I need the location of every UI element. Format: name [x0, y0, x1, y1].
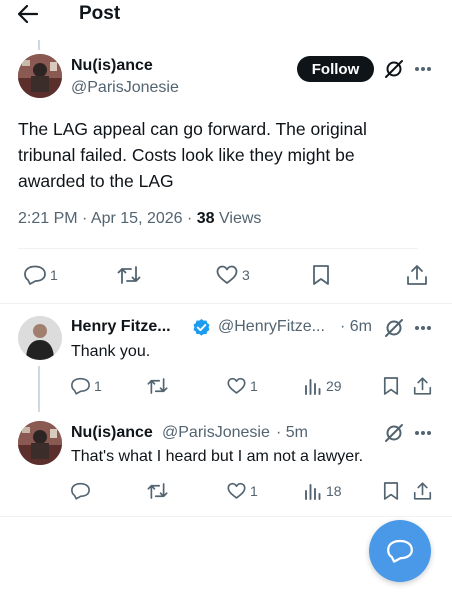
share-icon	[413, 377, 432, 395]
post-timestamp: 2:21 PM · Apr 15, 2026 ·	[18, 210, 197, 227]
more-options-button[interactable]	[414, 66, 432, 72]
page-title: Post	[79, 3, 121, 24]
share-button[interactable]	[406, 264, 428, 286]
bookmark-icon	[313, 265, 329, 285]
verified-badge	[192, 318, 211, 337]
views-button[interactable]: 29	[304, 377, 342, 395]
author-handle[interactable]: @HenryFitze...	[218, 318, 325, 336]
divider	[0, 303, 452, 304]
reply-count: 1	[94, 378, 102, 394]
reply-timestamp: · 5m	[276, 424, 308, 441]
divider	[18, 248, 418, 249]
repost-button[interactable]	[147, 482, 168, 500]
repost-icon	[117, 266, 141, 284]
more-horizontal-icon	[415, 431, 431, 435]
repost-icon	[147, 483, 168, 499]
post-text: The LAG appeal can go forward. The origi…	[18, 119, 367, 191]
post-meta: 2:21 PM · Apr 15, 2026 · 38 Views	[18, 210, 261, 228]
author-handle[interactable]: @ParisJonesie	[71, 79, 179, 97]
bookmark-button[interactable]	[383, 376, 399, 396]
more-options-button[interactable]	[414, 325, 432, 331]
share-button[interactable]	[413, 481, 432, 501]
comment-icon	[24, 265, 46, 285]
more-options-button[interactable]	[414, 430, 432, 436]
grok-button[interactable]	[384, 318, 404, 338]
grok-button[interactable]	[384, 423, 404, 443]
top-bar: Post	[0, 0, 452, 32]
heart-icon	[227, 377, 246, 394]
comment-icon	[71, 377, 90, 395]
bookmark-icon	[383, 482, 399, 500]
grok-icon	[385, 424, 403, 442]
thread-line	[38, 40, 40, 50]
like-count: 1	[250, 378, 258, 394]
follow-button[interactable]: Follow	[297, 56, 374, 82]
author-name[interactable]: Nu(is)ance	[71, 57, 153, 75]
views-label: Views	[214, 210, 262, 227]
grok-button[interactable]	[384, 59, 404, 79]
reply-text: That's what I heard but I am not a lawye…	[71, 448, 364, 465]
share-button[interactable]	[413, 376, 432, 396]
like-button[interactable]: 1	[227, 482, 258, 500]
views-button[interactable]: 18	[304, 482, 342, 500]
repost-icon	[147, 378, 168, 394]
avatar[interactable]	[18, 316, 62, 360]
share-icon	[413, 482, 432, 500]
compose-reply-button[interactable]	[369, 520, 431, 582]
verified-badge-icon	[193, 318, 210, 336]
analytics-icon	[305, 379, 321, 395]
repost-button[interactable]	[147, 377, 168, 395]
bookmark-button[interactable]	[383, 481, 399, 501]
arrow-left-icon	[18, 5, 38, 23]
grok-icon	[385, 60, 403, 78]
grok-icon	[385, 319, 403, 337]
author-name[interactable]: Nu(is)ance	[71, 424, 153, 442]
reply-button[interactable]: 1	[24, 265, 58, 285]
reply-timestamp: · 6m	[340, 318, 372, 335]
author-name[interactable]: Henry Fitze...	[71, 318, 171, 336]
reply-bubble-icon	[387, 539, 413, 563]
heart-icon	[227, 482, 246, 499]
more-horizontal-icon	[415, 67, 431, 71]
heart-icon	[216, 265, 238, 284]
like-count: 1	[250, 483, 258, 499]
reply-button[interactable]: 1	[71, 377, 102, 395]
author-handle[interactable]: @ParisJonesie	[162, 424, 270, 442]
reply-text: Thank you.	[71, 343, 151, 360]
reply-count: 1	[50, 267, 58, 283]
like-button[interactable]: 3	[216, 265, 250, 285]
reply-button[interactable]	[71, 482, 90, 500]
comment-icon	[71, 482, 90, 500]
more-horizontal-icon	[415, 326, 431, 330]
back-button[interactable]	[14, 2, 42, 26]
share-icon	[407, 265, 427, 285]
like-button[interactable]: 1	[227, 377, 258, 395]
repost-button[interactable]	[117, 265, 141, 285]
avatar[interactable]	[18, 421, 62, 465]
thread-line	[38, 366, 40, 412]
analytics-icon	[305, 484, 321, 500]
divider	[0, 516, 452, 517]
like-count: 3	[242, 267, 250, 283]
view-count: 18	[326, 483, 342, 499]
bookmark-button[interactable]	[312, 264, 330, 286]
bookmark-icon	[383, 377, 399, 395]
avatar[interactable]	[18, 54, 62, 98]
view-count: 38	[196, 210, 215, 227]
view-count: 29	[326, 378, 342, 394]
